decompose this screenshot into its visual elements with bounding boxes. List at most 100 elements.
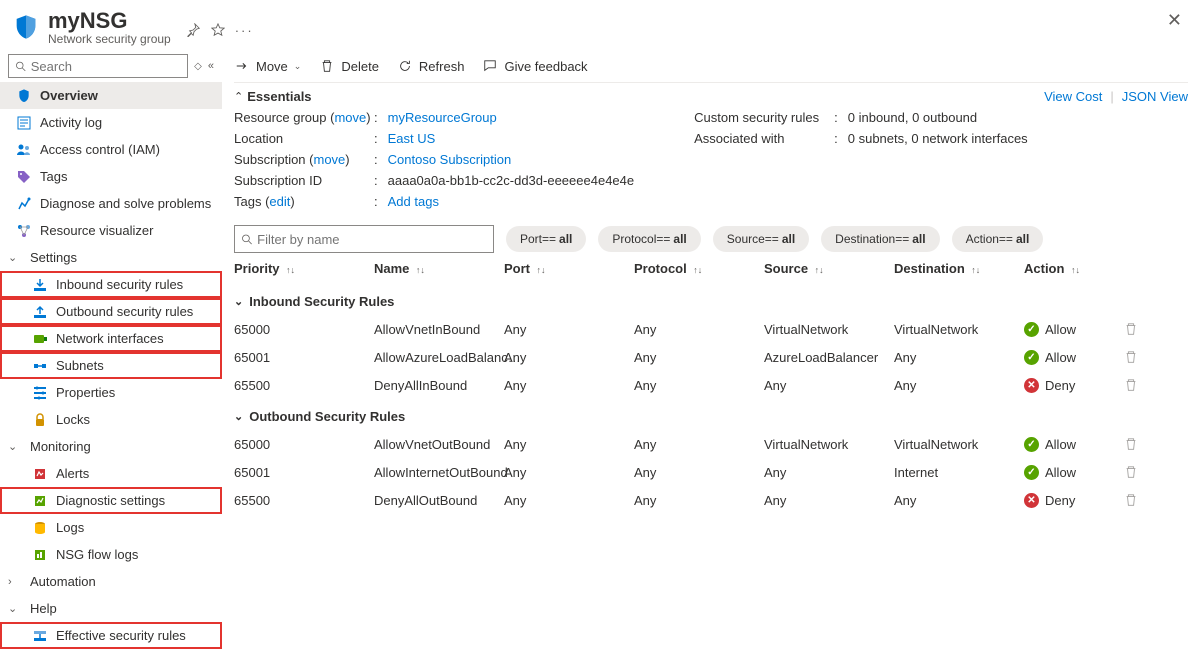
ess-paren-link[interactable]: move [314, 152, 346, 167]
log-icon [16, 115, 32, 131]
more-icon[interactable]: ··· [235, 23, 254, 38]
sidebar-item[interactable]: Effective security rules [0, 622, 222, 649]
rule-priority: 65001 [234, 465, 374, 480]
rule-row[interactable]: 65000AllowVnetInBoundAnyAnyVirtualNetwor… [234, 315, 1188, 343]
rule-action: ✓Allow [1024, 322, 1124, 337]
feedback-button[interactable]: Give feedback [482, 58, 587, 74]
column-header[interactable]: Action ↑↓ [1024, 261, 1124, 276]
filter-input[interactable] [257, 232, 487, 247]
sidebar-item[interactable]: Tags [0, 163, 222, 190]
sidebar-item[interactable]: Alerts [0, 460, 222, 487]
inbound-icon [32, 277, 48, 293]
ess-link[interactable]: Contoso Subscription [388, 152, 512, 167]
sidebar-search-input[interactable] [31, 59, 181, 74]
delete-rule-icon[interactable] [1124, 437, 1154, 451]
filter-pill[interactable]: Destination == all [821, 226, 939, 252]
rule-row[interactable]: 65500DenyAllOutBoundAnyAnyAnyAny✕Deny [234, 486, 1188, 514]
rule-group-header[interactable]: ⌄Outbound Security Rules [234, 399, 1188, 430]
star-icon[interactable] [211, 23, 225, 38]
sidebar-item[interactable]: Access control (IAM) [0, 136, 222, 163]
filter-pill[interactable]: Source == all [713, 226, 809, 252]
flyout-icon[interactable]: ◇ [194, 61, 202, 72]
sidebar-item[interactable]: NSG flow logs [0, 541, 222, 568]
column-header[interactable]: Name ↑↓ [374, 261, 504, 276]
feedback-icon [482, 58, 498, 74]
sort-icon: ↑↓ [413, 265, 425, 275]
sort-icon: ↑↓ [969, 265, 981, 275]
pin-icon[interactable] [187, 23, 201, 38]
sidebar-item-label: Alerts [56, 466, 89, 481]
sort-icon: ↑↓ [812, 265, 824, 275]
nic-icon [32, 331, 48, 347]
chevron-icon[interactable]: ⌄ [8, 440, 22, 453]
sidebar-item[interactable]: Resource visualizer [0, 217, 222, 244]
delete-button[interactable]: Delete [319, 58, 379, 74]
sidebar-item[interactable]: Activity log [0, 109, 222, 136]
sidebar-item[interactable]: Outbound security rules [0, 298, 222, 325]
json-view-link[interactable]: JSON View [1122, 89, 1188, 104]
chevron-down-icon: ⌄ [294, 61, 302, 72]
filter-pill[interactable]: Protocol == all [598, 226, 700, 252]
ess-link[interactable]: East US [388, 131, 436, 146]
move-icon [234, 58, 250, 74]
ess-paren-link[interactable]: move [334, 110, 366, 125]
rule-port: Any [504, 350, 634, 365]
column-header[interactable]: Port ↑↓ [504, 261, 634, 276]
delete-rule-icon[interactable] [1124, 350, 1154, 364]
chevron-icon[interactable]: ⌄ [8, 602, 22, 615]
ess-link[interactable]: Add tags [388, 194, 439, 209]
rule-destination: Any [894, 378, 1024, 393]
ess-link[interactable]: myResourceGroup [388, 110, 497, 125]
rule-row[interactable]: 65500DenyAllInBoundAnyAnyAnyAny✕Deny [234, 371, 1188, 399]
shield-icon [12, 13, 40, 41]
chevron-icon[interactable]: › [8, 576, 22, 588]
filter-pill[interactable]: Port == all [506, 226, 586, 252]
sidebar-item[interactable]: Diagnose and solve problems [0, 190, 222, 217]
ess-paren-link[interactable]: edit [269, 194, 290, 209]
ess-value: East US [388, 131, 436, 146]
filter-pill[interactable]: Action == all [952, 226, 1044, 252]
sidebar-section-label[interactable]: Automation [30, 574, 96, 589]
sidebar-item[interactable]: Subnets [0, 352, 222, 379]
delete-rule-icon[interactable] [1124, 378, 1154, 392]
delete-rule-icon[interactable] [1124, 322, 1154, 336]
column-header[interactable]: Protocol ↑↓ [634, 261, 764, 276]
sidebar-item[interactable]: Diagnostic settings [0, 487, 222, 514]
sidebar-item[interactable]: Inbound security rules [0, 271, 222, 298]
delete-rule-icon[interactable] [1124, 465, 1154, 479]
delete-rule-icon[interactable] [1124, 493, 1154, 507]
sidebar-section-label[interactable]: Settings [30, 250, 77, 265]
sidebar-item[interactable]: Logs [0, 514, 222, 541]
deny-icon: ✕ [1024, 378, 1039, 393]
column-header[interactable]: Source ↑↓ [764, 261, 894, 276]
sidebar-item-label: Tags [40, 169, 67, 184]
move-button[interactable]: Move ⌄ [234, 58, 301, 74]
view-cost-link[interactable]: View Cost [1044, 89, 1102, 104]
sidebar-section-label[interactable]: Help [30, 601, 57, 616]
column-header[interactable]: Destination ↑↓ [894, 261, 1024, 276]
rule-row[interactable]: 65001AllowAzureLoadBalanc…AnyAnyAzureLoa… [234, 343, 1188, 371]
rule-row[interactable]: 65001AllowInternetOutBoundAnyAnyAnyInter… [234, 458, 1188, 486]
rule-row[interactable]: 65000AllowVnetOutBoundAnyAnyVirtualNetwo… [234, 430, 1188, 458]
column-header[interactable]: Priority ↑↓ [234, 261, 374, 276]
rule-group-header[interactable]: ⌄Inbound Security Rules [234, 284, 1188, 315]
sort-icon: ↑↓ [534, 265, 546, 275]
chevron-up-icon[interactable]: ⌃ [234, 90, 243, 103]
collapse-sidebar-icon[interactable]: « [208, 60, 214, 72]
filter-input-wrap[interactable] [234, 225, 494, 253]
close-button[interactable]: ✕ [1161, 8, 1188, 33]
ess-value: Add tags [388, 194, 439, 209]
sidebar-item-label: Logs [56, 520, 84, 535]
sort-icon: ↑↓ [284, 265, 296, 275]
sidebar-search[interactable] [8, 54, 188, 78]
sidebar-item[interactable]: Network interfaces [0, 325, 222, 352]
lock-icon [32, 412, 48, 428]
rule-action: ✓Allow [1024, 437, 1124, 452]
sidebar: ◇ « OverviewActivity logAccess control (… [0, 50, 222, 649]
refresh-button[interactable]: Refresh [397, 58, 465, 74]
chevron-icon[interactable]: ⌄ [8, 251, 22, 264]
sidebar-item[interactable]: Properties [0, 379, 222, 406]
sidebar-item[interactable]: Locks [0, 406, 222, 433]
sidebar-item[interactable]: Overview [0, 82, 222, 109]
sidebar-section-label[interactable]: Monitoring [30, 439, 91, 454]
